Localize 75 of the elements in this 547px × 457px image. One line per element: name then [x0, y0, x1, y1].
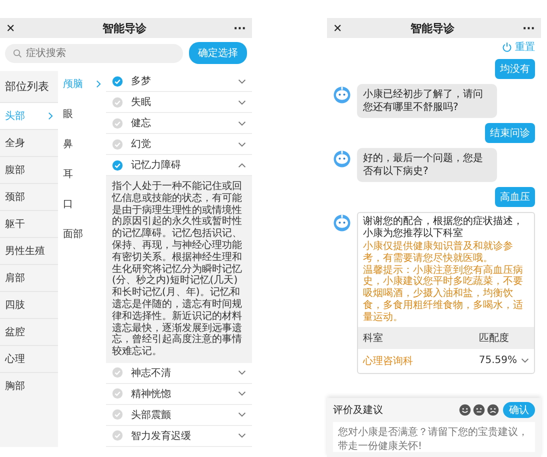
chevron-down-icon — [238, 120, 246, 126]
symptom-label[interactable]: 健忘 — [131, 116, 230, 130]
body-part-item[interactable]: 四肢 — [0, 291, 58, 318]
checkbox[interactable] — [112, 96, 123, 108]
chevron-down-icon — [238, 412, 246, 418]
symptom-label[interactable]: 智力发育迟缓 — [131, 428, 230, 443]
body-part-item[interactable]: 男性生殖 — [0, 237, 58, 264]
chevron-down-icon — [238, 142, 246, 146]
chevron-right-icon — [48, 112, 53, 120]
chevron-down-icon — [238, 78, 246, 84]
recommendation-text: 谢谢您的配合，根据您的症状描述，小康为您推荐以下科室 — [362, 214, 524, 240]
user-message: 高血压 — [495, 187, 535, 207]
more-button[interactable]: ··· — [233, 22, 246, 34]
feedback-label: 评价及建议 — [333, 404, 383, 417]
smile-face-icon[interactable] — [459, 404, 471, 416]
sub-part-item[interactable]: 眼 — [58, 101, 106, 131]
chevron-right-icon — [96, 80, 101, 88]
advice-note: 小康仅提供健康知识普及和就诊参考，有需要请您尽快就医哦。 — [362, 241, 514, 264]
more-button[interactable]: ··· — [522, 22, 535, 34]
checkbox[interactable] — [112, 76, 123, 86]
chevron-down-icon — [521, 358, 529, 364]
column-header: 匹配度 — [479, 332, 509, 345]
checkbox[interactable] — [112, 160, 123, 170]
chevron-down-icon — [238, 391, 246, 396]
close-button[interactable]: ✕ — [6, 22, 16, 34]
user-message: 结束问诊 — [485, 123, 535, 143]
symptom-label[interactable]: 精神恍惚 — [131, 386, 230, 401]
symptom-label[interactable]: 神志不清 — [131, 366, 230, 380]
sub-part-item[interactable]: 鼻 — [58, 131, 106, 161]
bot-message: 好的，最后一个问题，您是否有以下病史? — [357, 148, 497, 182]
close-button[interactable]: ✕ — [333, 22, 342, 34]
neutral-face-icon[interactable] — [473, 404, 485, 416]
sub-part-item[interactable]: 口 — [58, 191, 106, 221]
body-part-item[interactable]: 盆腔 — [0, 318, 58, 345]
sub-part-item[interactable]: 耳 — [58, 161, 106, 191]
checkbox[interactable] — [112, 430, 123, 442]
body-part-item[interactable]: 颈部 — [0, 183, 58, 210]
chevron-down-icon — [238, 370, 246, 376]
body-part-item[interactable]: 胸部 — [0, 372, 58, 399]
search-field[interactable]: 症状搜索 — [5, 44, 183, 62]
body-part-item[interactable]: 心理 — [0, 345, 58, 372]
body-part-item[interactable]: 躯干 — [0, 210, 58, 237]
robot-avatar-icon — [333, 214, 351, 232]
body-part-item[interactable]: 腹部 — [0, 156, 58, 183]
window-title: 智能导诊 — [102, 20, 146, 36]
advice-note: 温馨提示：小康注意到您有高血压病史，小康建议您平时多吃蔬菜，不要吸烟喝酒，少摄入油和盐，均衡饮食，多食用粗纤维食物，多喝水，适量运动。 — [362, 264, 524, 324]
window-title: 智能导诊 — [410, 20, 454, 36]
chevron-down-icon — [238, 433, 246, 438]
checkbox[interactable] — [112, 138, 123, 150]
symptom-label[interactable]: 幻觉 — [131, 137, 230, 151]
symptom-label[interactable]: 失眠 — [131, 95, 230, 109]
user-message: 均没有 — [495, 59, 535, 79]
bot-message: 小康已经初步了解了，请问您还有哪里不舒服吗? — [357, 84, 497, 118]
column-header: 科室 — [363, 332, 383, 345]
feedback-input[interactable]: 您对小康是否满意？请留下您的宝贵建议，带走一份健康关怀! — [333, 422, 535, 452]
power-icon — [502, 42, 512, 52]
symptom-label[interactable]: 多梦 — [131, 74, 230, 88]
robot-avatar-icon — [333, 86, 351, 104]
body-part-item[interactable]: 肩部 — [0, 264, 58, 291]
body-part-item[interactable]: 全身 — [0, 129, 58, 156]
checkbox[interactable] — [112, 388, 123, 400]
search-icon — [13, 48, 22, 58]
sub-part-item[interactable]: 面部 — [58, 221, 106, 251]
chevron-down-icon — [238, 100, 246, 104]
checkbox[interactable] — [112, 367, 123, 378]
sad-face-icon[interactable] — [487, 404, 499, 416]
symptom-description: 指个人处于一种不能记住或回忆信息或技能的状态，有可能是由于病理生理性的或情境性的原因引起的永久性或暂时性的记忆障碍。记忆包括识记、保持、再现，与神经心理功能有密切关系。根据神经生理和生化研究将记忆分为瞬时记忆(分、秒之内)短时记忆(几天)和长时记忆(月、年)。记忆和遗忘是伴随的，遗忘有时间规律和选择性。新近识记的材料遗忘最快，逐渐发展到远事遗忘，曾经引起高度注意的事情较难忘记。 — [106, 176, 252, 363]
checkbox[interactable] — [112, 118, 123, 128]
chevron-up-icon — [238, 162, 246, 168]
symptom-label[interactable]: 记忆力障碍 — [131, 158, 230, 172]
symptom-label[interactable]: 头部震颤 — [131, 408, 230, 422]
checkbox[interactable] — [112, 409, 123, 420]
match-score: 75.59% — [478, 355, 517, 366]
robot-avatar-icon — [333, 150, 351, 168]
parts-heading: 部位列表 — [4, 79, 50, 95]
